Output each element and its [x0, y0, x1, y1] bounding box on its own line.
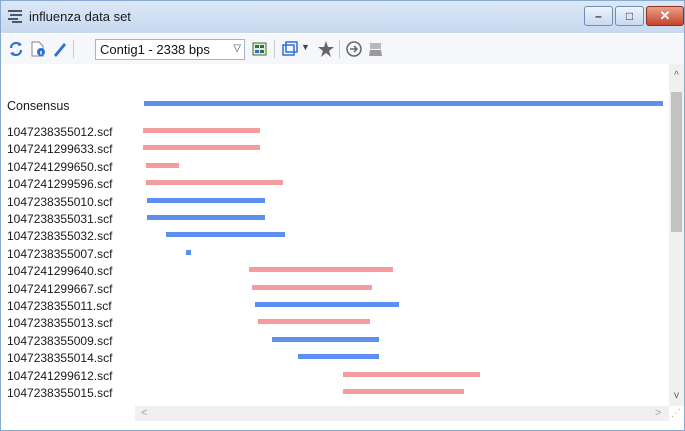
consensus-label: Consensus: [7, 99, 70, 113]
pin-grid-icon[interactable]: [251, 40, 269, 58]
read-bar[interactable]: [248, 267, 394, 273]
read-bar[interactable]: [143, 128, 261, 133]
window-title: influenza data set: [29, 9, 131, 24]
maximize-button[interactable]: □: [615, 6, 644, 26]
chevron-down-icon: ▽: [233, 43, 241, 54]
close-button[interactable]: ✕: [646, 6, 684, 26]
read-bar[interactable]: [251, 284, 372, 290]
read-names-panel: Consensus 1047238355012.scf 1047241299633…: [1, 64, 135, 406]
read-bar[interactable]: [165, 232, 285, 238]
read-name: 1047238355032.scf: [7, 229, 113, 244]
scroll-right-icon[interactable]: >: [655, 407, 661, 419]
read-name: 1047238355012.scf: [7, 125, 113, 139]
read-name: 1047241299667.scf: [7, 281, 113, 296]
toolbar-separator: [274, 40, 275, 58]
resize-grip-icon[interactable]: ⋰: [671, 408, 681, 419]
window-dropdown-icon[interactable]: ▼: [301, 42, 310, 52]
read-name: 1047238355010.scf: [7, 194, 113, 209]
read-bar[interactable]: [298, 354, 379, 360]
consensus-bar[interactable]: [144, 101, 663, 106]
refresh-icon[interactable]: [7, 40, 25, 58]
contig-select[interactable]: Contig1 - 2338 bps ▽: [95, 39, 245, 60]
read-name: 1047238355014.scf: [7, 351, 113, 366]
read-name: 1047241299650.scf: [7, 159, 113, 174]
contig-select-value: Contig1 - 2338 bps: [100, 42, 210, 57]
toolbar-separator: [339, 40, 340, 58]
app-window: influenza data set – □ ✕ Contig1 - 2338 …: [0, 0, 685, 431]
close-icon: ✕: [659, 8, 671, 23]
toolbar: Contig1 - 2338 bps ▽ ▼: [1, 34, 684, 65]
read-name: 1047241299633.scf: [7, 142, 113, 157]
read-bar[interactable]: [258, 319, 370, 325]
window-icon[interactable]: [281, 40, 299, 58]
broom-icon[interactable]: [367, 40, 385, 58]
read-bar[interactable]: [146, 162, 179, 168]
read-name: 1047238355013.scf: [7, 316, 113, 331]
read-bar[interactable]: [342, 389, 464, 394]
alignment-canvas[interactable]: Consensus 1047238355012.scf 1047241299633…: [1, 64, 669, 406]
read-name: 1047241299596.scf: [7, 177, 113, 192]
read-name: 1047238355031.scf: [7, 212, 113, 226]
vertical-scrollbar[interactable]: ^ v: [669, 64, 684, 406]
read-bar[interactable]: [342, 371, 480, 377]
scroll-down-icon[interactable]: v: [669, 390, 684, 401]
read-name: 1047238355011.scf: [7, 299, 112, 313]
read-name: 1047238355015.scf: [7, 386, 113, 400]
read-bar[interactable]: [255, 302, 399, 307]
read-name: 1047238355007.scf: [7, 246, 113, 261]
read-name: 1047238355009.scf: [7, 333, 113, 348]
maximize-icon: □: [625, 9, 634, 23]
title-bar[interactable]: influenza data set – □ ✕: [1, 1, 684, 33]
read-bar[interactable]: [143, 145, 261, 151]
read-bar[interactable]: [146, 180, 283, 186]
read-bar[interactable]: [147, 215, 265, 220]
scroll-up-icon[interactable]: ^: [669, 70, 684, 81]
read-name: 1047241299640.scf: [7, 264, 113, 279]
read-bar[interactable]: [186, 249, 192, 255]
scroll-left-icon[interactable]: <: [141, 407, 147, 419]
toolbar-separator: [73, 40, 74, 58]
read-bar[interactable]: [147, 197, 265, 203]
minimize-icon: –: [595, 9, 602, 23]
document-info-icon[interactable]: [29, 40, 47, 58]
pencil-icon[interactable]: [51, 40, 69, 58]
alignment-icon: [8, 10, 22, 23]
read-bar[interactable]: [272, 336, 379, 342]
horizontal-scrollbar[interactable]: < >: [135, 406, 669, 421]
star-icon[interactable]: [317, 40, 335, 58]
read-name: 1047241299612.scf: [7, 368, 113, 383]
vertical-scroll-thumb[interactable]: [671, 92, 682, 232]
arrow-circle-icon[interactable]: [345, 40, 363, 58]
minimize-button[interactable]: –: [584, 6, 613, 26]
